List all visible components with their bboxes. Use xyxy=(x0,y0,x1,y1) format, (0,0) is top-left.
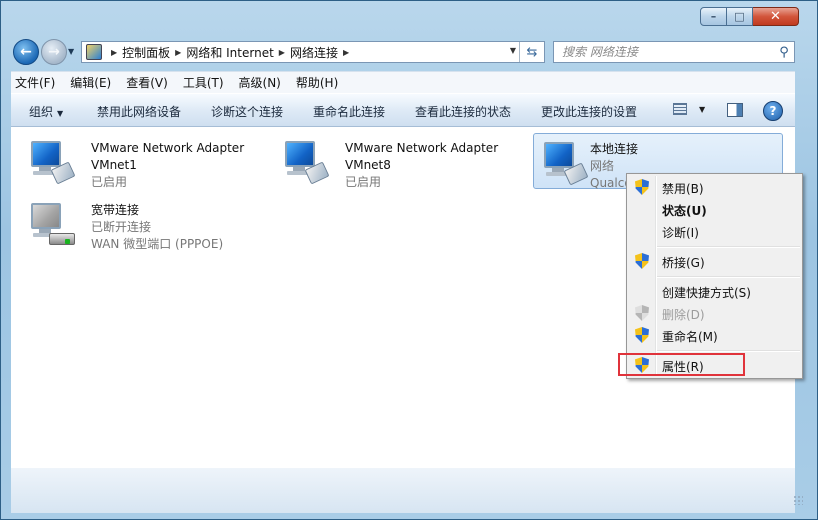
uac-shield-icon xyxy=(635,253,649,269)
command-bar: 组织 ▼ 禁用此网络设备 诊断这个连接 重命名此连接 查看此连接的状态 更改此连接… xyxy=(11,93,795,127)
connection-status: 已断开连接 xyxy=(91,220,152,234)
minimize-icon: – xyxy=(710,10,717,23)
view-status-button[interactable]: 查看此连接的状态 xyxy=(415,103,511,120)
connection-name: 本地连接 xyxy=(590,142,639,156)
network-adapter-icon xyxy=(283,139,330,185)
organize-label: 组织 xyxy=(29,105,54,119)
search-input[interactable] xyxy=(554,42,774,62)
uac-shield-icon xyxy=(635,305,649,321)
menu-item-delete: 删除(D) xyxy=(629,302,800,324)
connection-name: 宽带连接 xyxy=(91,203,140,217)
history-dropdown-icon[interactable]: ▼ xyxy=(68,47,74,56)
menu-separator xyxy=(657,246,800,248)
diagnose-button[interactable]: 诊断这个连接 xyxy=(211,103,283,120)
menu-file[interactable]: 文件(F) xyxy=(15,74,55,91)
menu-help[interactable]: 帮助(H) xyxy=(296,74,338,91)
refresh-icon: ⇆ xyxy=(526,44,538,60)
organize-button[interactable]: 组织 ▼ xyxy=(29,103,63,120)
connection-vmnet8[interactable]: VMware Network Adapter VMnet8 已启用 xyxy=(275,133,515,189)
breadcrumb-network-internet[interactable]: 网络和 Internet xyxy=(186,44,273,61)
menu-tools[interactable]: 工具(T) xyxy=(183,74,224,91)
menu-item-label: 状态(U) xyxy=(662,204,707,218)
breadcrumb-separator-icon[interactable]: ▶ xyxy=(343,48,349,57)
menu-item-create-shortcut[interactable]: 创建快捷方式(S) xyxy=(629,280,800,302)
uac-shield-icon xyxy=(635,327,649,343)
disable-device-button[interactable]: 禁用此网络设备 xyxy=(97,103,181,120)
menu-item-rename[interactable]: 重命名(M) xyxy=(629,324,800,346)
close-icon: ✕ xyxy=(770,9,781,24)
chevron-down-icon: ▼ xyxy=(57,109,64,118)
menu-item-bridge[interactable]: 桥接(G) xyxy=(629,250,800,272)
refresh-button[interactable]: ⇆ xyxy=(519,42,544,62)
close-button[interactable]: ✕ xyxy=(753,7,799,26)
menu-bar: 文件(F) 编辑(E) 查看(V) 工具(T) 高级(N) 帮助(H) xyxy=(11,71,795,93)
back-arrow-icon: ← xyxy=(20,44,32,60)
connection-device: VMnet1 xyxy=(91,158,137,172)
connection-name: VMware Network Adapter xyxy=(345,141,499,155)
help-button[interactable]: ? xyxy=(763,101,783,121)
menu-item-label: 创建快捷方式(S) xyxy=(662,286,751,300)
maximize-button[interactable]: □ xyxy=(727,7,753,26)
menu-separator xyxy=(657,276,800,278)
forward-button[interactable]: → xyxy=(41,39,67,65)
connection-status: 已启用 xyxy=(345,175,382,189)
menu-item-disable[interactable]: 禁用(B) xyxy=(629,176,800,198)
menu-item-label: 诊断(I) xyxy=(662,226,699,240)
menu-separator xyxy=(657,350,800,352)
connection-device: VMnet8 xyxy=(345,158,391,172)
breadcrumb-separator-icon[interactable]: ▶ xyxy=(279,48,285,57)
menu-item-properties[interactable]: 属性(R) xyxy=(629,354,800,376)
control-panel-icon xyxy=(86,44,102,60)
connection-name: VMware Network Adapter xyxy=(91,141,245,155)
breadcrumb-control-panel[interactable]: 控制面板 xyxy=(122,44,170,61)
uac-shield-icon xyxy=(635,179,649,195)
change-settings-button[interactable]: 更改此连接的设置 xyxy=(541,103,637,120)
menu-item-label: 删除(D) xyxy=(662,308,705,322)
uac-shield-icon xyxy=(635,357,649,373)
connection-status: 已启用 xyxy=(91,175,128,189)
menu-view[interactable]: 查看(V) xyxy=(126,74,168,91)
menu-item-label: 属性(R) xyxy=(662,360,704,374)
network-adapter-icon xyxy=(542,140,589,186)
menu-advanced[interactable]: 高级(N) xyxy=(239,74,281,91)
connection-device: WAN 微型端口 (PPPOE) xyxy=(91,237,224,251)
view-list-icon xyxy=(673,103,687,115)
view-options-button[interactable]: ▼ xyxy=(673,103,705,115)
broadband-modem-icon xyxy=(29,201,75,247)
caption-buttons: – □ ✕ xyxy=(700,7,799,26)
menu-item-status[interactable]: 状态(U) xyxy=(629,198,800,220)
breadcrumb-separator-icon[interactable]: ▶ xyxy=(175,48,181,57)
breadcrumb-separator-icon[interactable]: ▶ xyxy=(111,48,117,57)
network-adapter-icon xyxy=(29,139,76,185)
address-bar[interactable]: ▶ 控制面板 ▶ 网络和 Internet ▶ 网络连接 ▶ ▼ ⇆ xyxy=(81,41,545,63)
menu-item-label: 桥接(G) xyxy=(662,256,705,270)
menu-item-label: 禁用(B) xyxy=(662,182,704,196)
preview-pane-button[interactable] xyxy=(727,103,743,117)
address-dropdown-icon[interactable]: ▼ xyxy=(510,46,516,55)
chevron-down-icon: ▼ xyxy=(699,104,706,114)
menu-edit[interactable]: 编辑(E) xyxy=(70,74,111,91)
rename-button[interactable]: 重命名此连接 xyxy=(313,103,385,120)
context-menu: 禁用(B) 状态(U) 诊断(I) 桥接(G) 创建快捷方式(S) 删除(D) … xyxy=(626,173,803,379)
maximize-icon: □ xyxy=(734,10,745,23)
connection-vmnet1[interactable]: VMware Network Adapter VMnet1 已启用 xyxy=(21,133,261,189)
search-icon[interactable]: ⚲ xyxy=(774,45,794,60)
breadcrumb-network-connections[interactable]: 网络连接 xyxy=(290,44,338,61)
back-button[interactable]: ← xyxy=(13,39,39,65)
details-pane xyxy=(11,468,795,513)
forward-arrow-icon: → xyxy=(48,44,60,60)
search-box: ⚲ xyxy=(553,41,795,63)
menu-item-diagnose[interactable]: 诊断(I) xyxy=(629,220,800,242)
minimize-button[interactable]: – xyxy=(700,7,727,26)
menu-item-label: 重命名(M) xyxy=(662,330,718,344)
resize-grip[interactable] xyxy=(793,495,803,505)
connection-broadband[interactable]: 宽带连接 已断开连接 WAN 微型端口 (PPPOE) xyxy=(21,195,261,251)
